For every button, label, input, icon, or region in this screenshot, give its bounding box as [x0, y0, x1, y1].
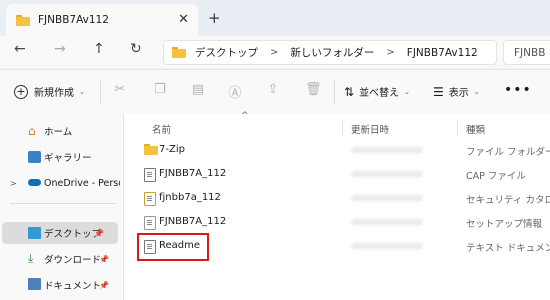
breadcrumb-separator: >	[270, 47, 279, 58]
delete-icon[interactable]: 🗑	[305, 82, 322, 98]
window-tab[interactable]: FJNBB7Av112 ✕	[6, 4, 198, 36]
file-date-redacted	[351, 219, 423, 225]
desktop-icon	[28, 227, 41, 239]
breadcrumb-current[interactable]: FJNBB7Av112	[407, 47, 478, 59]
document-icon	[28, 278, 41, 290]
sidebar-item-desktop[interactable]: デスクトップ 📌	[2, 222, 118, 244]
sort-button[interactable]: ⇅ 並べ替え ⌄	[344, 84, 410, 100]
new-label: 新規作成	[34, 88, 74, 99]
rename-icon[interactable]: Ⓐ	[227, 82, 243, 101]
file-type: セットアップ情報	[466, 219, 543, 230]
home-icon: ⌂	[28, 124, 36, 138]
readme-highlight-box	[137, 233, 209, 261]
divider	[10, 203, 116, 204]
chevron-down-icon: ⌄	[404, 87, 410, 96]
security-catalog-icon	[144, 192, 156, 206]
file-date-redacted	[351, 147, 423, 153]
copy-icon[interactable]: ❐	[152, 82, 168, 98]
more-options-button[interactable]: •••	[504, 82, 532, 98]
chevron-down-icon: ⌄	[79, 87, 85, 96]
file-list: ^ 名前 更新日時 種類 7-Zip ファイル フォルダー FJNBB7A_11…	[124, 111, 550, 300]
cloud-icon	[28, 179, 41, 186]
pin-icon[interactable]: 📌	[99, 255, 109, 264]
breadcrumb-new-folder[interactable]: 新しいフォルダー	[290, 45, 374, 60]
forward-button[interactable]: →	[54, 41, 66, 57]
command-bar: + 新規作成 ⌄ ✂ ❐ ▤ Ⓐ ⇪ 🗑 ⇅ 並べ替え ⌄ ☰ 表示 ⌄ •••	[0, 69, 550, 115]
folder-icon	[144, 144, 158, 155]
breadcrumb-separator: >	[386, 47, 395, 58]
close-tab-icon[interactable]: ✕	[178, 12, 189, 27]
sort-ascending-icon: ^	[241, 111, 249, 121]
file-type: テキスト ドキュメント	[466, 243, 550, 254]
column-divider[interactable]	[342, 120, 343, 136]
title-bar: FJNBB7Av112 ✕ +	[0, 0, 550, 36]
cap-file-icon	[144, 168, 156, 182]
file-row[interactable]: FJNBB7A_112 CAP ファイル	[124, 162, 550, 186]
gallery-icon	[28, 151, 41, 163]
tab-title: FJNBB7Av112	[38, 14, 109, 26]
file-type: CAP ファイル	[466, 171, 526, 182]
pin-icon[interactable]: 📌	[99, 281, 109, 290]
column-divider[interactable]	[457, 120, 458, 136]
file-type: ファイル フォルダー	[466, 147, 550, 158]
paste-icon[interactable]: ▤	[190, 82, 206, 98]
column-header-type[interactable]: 種類	[466, 122, 485, 136]
view-button[interactable]: ☰ 表示 ⌄	[433, 84, 480, 100]
sidebar-item-gallery[interactable]: ギャラリー	[0, 146, 123, 168]
folder-icon	[16, 14, 30, 26]
address-bar[interactable]: デスクトップ > 新しいフォルダー > FJNBB7Av112	[163, 40, 497, 65]
chevron-down-icon: ⌄	[473, 87, 480, 96]
divider	[334, 80, 335, 104]
chevron-right-icon[interactable]: >	[10, 179, 17, 188]
share-icon[interactable]: ⇪	[265, 82, 281, 98]
sidebar-item-home[interactable]: ⌂ ホーム	[0, 120, 123, 142]
file-date-redacted	[351, 171, 423, 177]
breadcrumb-desktop[interactable]: デスクトップ	[195, 45, 258, 60]
file-row[interactable]: FJNBB7A_112 セットアップ情報	[124, 210, 550, 234]
sort-label: 並べ替え	[359, 88, 400, 99]
file-row[interactable]: fjnbb7a_112 セキュリティ カタログ	[124, 186, 550, 210]
column-header-name[interactable]: 名前	[152, 122, 171, 136]
navigation-bar: ← → ↑ ↻ デスクトップ > 新しいフォルダー > FJNBB7Av112 …	[0, 36, 550, 68]
sidebar-item-onedrive[interactable]: > OneDrive - Perso	[0, 172, 123, 194]
refresh-button[interactable]: ↻	[130, 41, 142, 57]
file-row[interactable]: 7-Zip ファイル フォルダー	[124, 138, 550, 162]
divider	[100, 80, 101, 104]
back-button[interactable]: ←	[14, 41, 26, 57]
file-date-redacted	[351, 243, 423, 249]
view-label: 表示	[448, 88, 469, 99]
file-name: FJNBB7A_112	[159, 168, 227, 179]
file-name: fjnbb7a_112	[159, 192, 221, 203]
up-button[interactable]: ↑	[93, 41, 105, 57]
sort-icon: ⇅	[344, 84, 355, 99]
view-icon: ☰	[433, 84, 444, 99]
pin-icon[interactable]: 📌	[94, 229, 104, 238]
sidebar-item-downloads[interactable]: ⤓ ダウンロード 📌	[0, 248, 123, 270]
setup-info-icon	[144, 216, 156, 230]
search-input[interactable]: FJNBB	[503, 40, 550, 65]
plus-icon: +	[14, 84, 28, 99]
column-header-date[interactable]: 更新日時	[351, 122, 389, 136]
file-type: セキュリティ カタログ	[466, 195, 550, 206]
folder-icon	[172, 47, 186, 58]
sidebar-item-documents[interactable]: ドキュメント 📌	[0, 274, 123, 296]
cut-icon[interactable]: ✂	[112, 82, 128, 98]
file-name: 7-Zip	[159, 144, 185, 155]
download-icon: ⤓	[28, 251, 34, 265]
new-tab-button[interactable]: +	[208, 9, 221, 27]
file-date-redacted	[351, 195, 423, 201]
file-name: FJNBB7A_112	[159, 216, 227, 227]
new-button[interactable]: + 新規作成 ⌄	[14, 84, 85, 99]
navigation-pane: ⌂ ホーム ギャラリー > OneDrive - Perso デスクトップ 📌 …	[0, 114, 124, 300]
